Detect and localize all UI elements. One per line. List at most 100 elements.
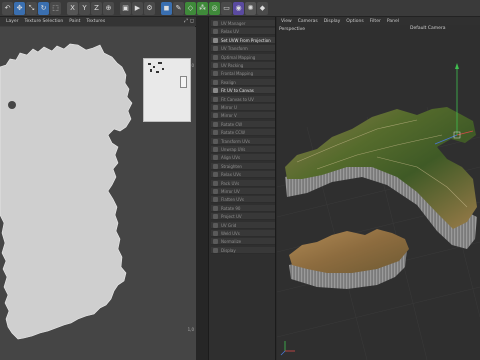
command-row[interactable]: Unwrap UVs [211,146,275,153]
render-settings-button[interactable]: ⚙ [144,1,155,15]
command-label: Weld UVs [221,231,240,236]
z-axis-icon: Z [94,3,99,12]
vp-menu-filter[interactable]: Filter [370,19,381,24]
command-icon [213,88,218,94]
command-row[interactable]: Optimal Mapping [211,53,275,61]
menu-texture-selection[interactable]: Texture Selection [25,19,64,24]
coord-button[interactable]: ⊕ [103,1,114,15]
floor-button[interactable]: ▭ [221,1,232,15]
rotate-button[interactable]: ↻ [38,1,49,15]
command-label: Fit Canvas to UV [221,96,254,102]
command-row[interactable]: Relax UVs [211,171,275,179]
command-icon [213,222,218,228]
command-row[interactable]: Rotate CW [211,120,275,128]
command-row[interactable]: UV Manager [211,20,275,27]
y-axis-icon: Y [82,3,87,12]
viewport-scene [277,63,480,360]
cube-icon: ◼ [163,3,170,12]
command-label: UV Packing [221,63,244,68]
move-icon: ✥ [16,3,23,12]
y-axis-button[interactable]: Y [79,1,90,15]
command-row[interactable]: Mirror V [211,112,275,120]
viewport-menu-bar: View Cameras Display Options Filter Pane… [277,17,480,25]
command-row[interactable]: Relax UV [211,28,275,36]
command-row[interactable]: Mirror UV [211,188,275,195]
camera-name[interactable]: Default Camera [410,26,446,31]
command-icon [213,96,218,102]
z-axis-button[interactable]: Z [91,1,102,15]
select-icon: ⬚ [52,3,59,12]
undo-button[interactable]: ↶ [2,1,13,15]
array-button[interactable]: ⁂ [197,1,208,15]
command-row[interactable]: Frontal Mapping [211,70,275,78]
command-row[interactable]: Normalize [211,238,275,246]
command-row[interactable]: Mirror U [211,104,275,111]
menu-textures[interactable]: Textures [86,19,105,24]
command-row[interactable]: Pack UVs [211,179,275,187]
camera-button[interactable]: ◉ [233,1,244,15]
deformer-icon: ◎ [211,3,218,12]
command-icon [213,189,218,194]
render-view-icon: ▣ [122,3,129,12]
render-button[interactable]: ▶ [132,1,143,15]
vp-menu-panel[interactable]: Panel [387,19,399,24]
deformer-button[interactable]: ◎ [209,1,220,15]
command-icon [213,163,218,169]
command-label: Align UVs [221,155,241,161]
command-icon [213,46,218,52]
uv-hole [8,101,16,109]
command-label: Mirror UV [221,189,240,194]
command-row[interactable]: Transform UVs [211,137,275,145]
panel-divider[interactable] [196,17,208,360]
texture-speck [158,62,162,64]
command-icon [213,197,218,203]
command-row[interactable]: UV Transform [211,45,275,53]
command-icon [213,54,218,60]
texture-speck [162,68,164,70]
pen-button[interactable]: ✎ [173,1,184,15]
command-row[interactable]: Project UV [211,213,275,221]
command-row[interactable]: UV Grid [211,221,275,229]
command-row[interactable]: UV Packing [211,62,275,69]
scale-button[interactable]: ⤡ [26,1,37,15]
vp-menu-view[interactable]: View [281,19,292,24]
command-row[interactable]: Set UVW From Projection [211,36,275,44]
command-label: UV Manager [221,21,246,26]
command-row[interactable]: Fit UV to Canvas [211,87,275,95]
command-row[interactable]: Weld UVs [211,230,275,237]
3d-viewport[interactable]: View Cameras Display Options Filter Pane… [277,17,480,360]
command-label: Rotate CW [221,121,243,127]
vp-menu-cameras[interactable]: Cameras [298,19,318,24]
command-row[interactable]: Rotate 90 [211,204,275,212]
uv-coordinate-bottom: 1,0 [187,327,194,332]
x-axis-icon: X [70,3,75,12]
move-button[interactable]: ✥ [14,1,25,15]
close-icon[interactable]: ◻ [190,18,194,24]
command-row[interactable]: Rotate CCW [211,129,275,137]
select-button[interactable]: ⬚ [50,1,61,15]
light-button[interactable]: ✺ [245,1,256,15]
texture-speck [153,66,155,68]
x-axis-button[interactable]: X [67,1,78,15]
command-row[interactable]: Align UVs [211,154,275,162]
cube-button[interactable]: ◼ [161,1,172,15]
command-row[interactable]: Flatten UVs [211,196,275,204]
command-label: Unwrap UVs [221,147,246,152]
render-view-button[interactable]: ▣ [120,1,131,15]
command-icon [213,63,218,68]
command-row[interactable]: Straighten [211,162,275,170]
menu-layer[interactable]: Layer [6,19,19,24]
command-row[interactable]: Fit Canvas to UV [211,95,275,103]
vp-menu-options[interactable]: Options [346,19,363,24]
expand-icon[interactable]: ⤢ [184,18,188,24]
vp-menu-display[interactable]: Display [324,19,341,24]
command-row[interactable]: Realign [211,78,275,86]
menu-paint[interactable]: Paint [69,19,80,24]
subdivide-button[interactable]: ◇ [185,1,196,15]
rotate-icon: ↻ [40,3,47,12]
command-row[interactable]: Display [211,246,275,254]
command-icon [213,29,218,35]
command-icon [213,239,218,245]
command-label: Relax UVs [221,172,242,178]
tag-button[interactable]: ◆ [257,1,268,15]
